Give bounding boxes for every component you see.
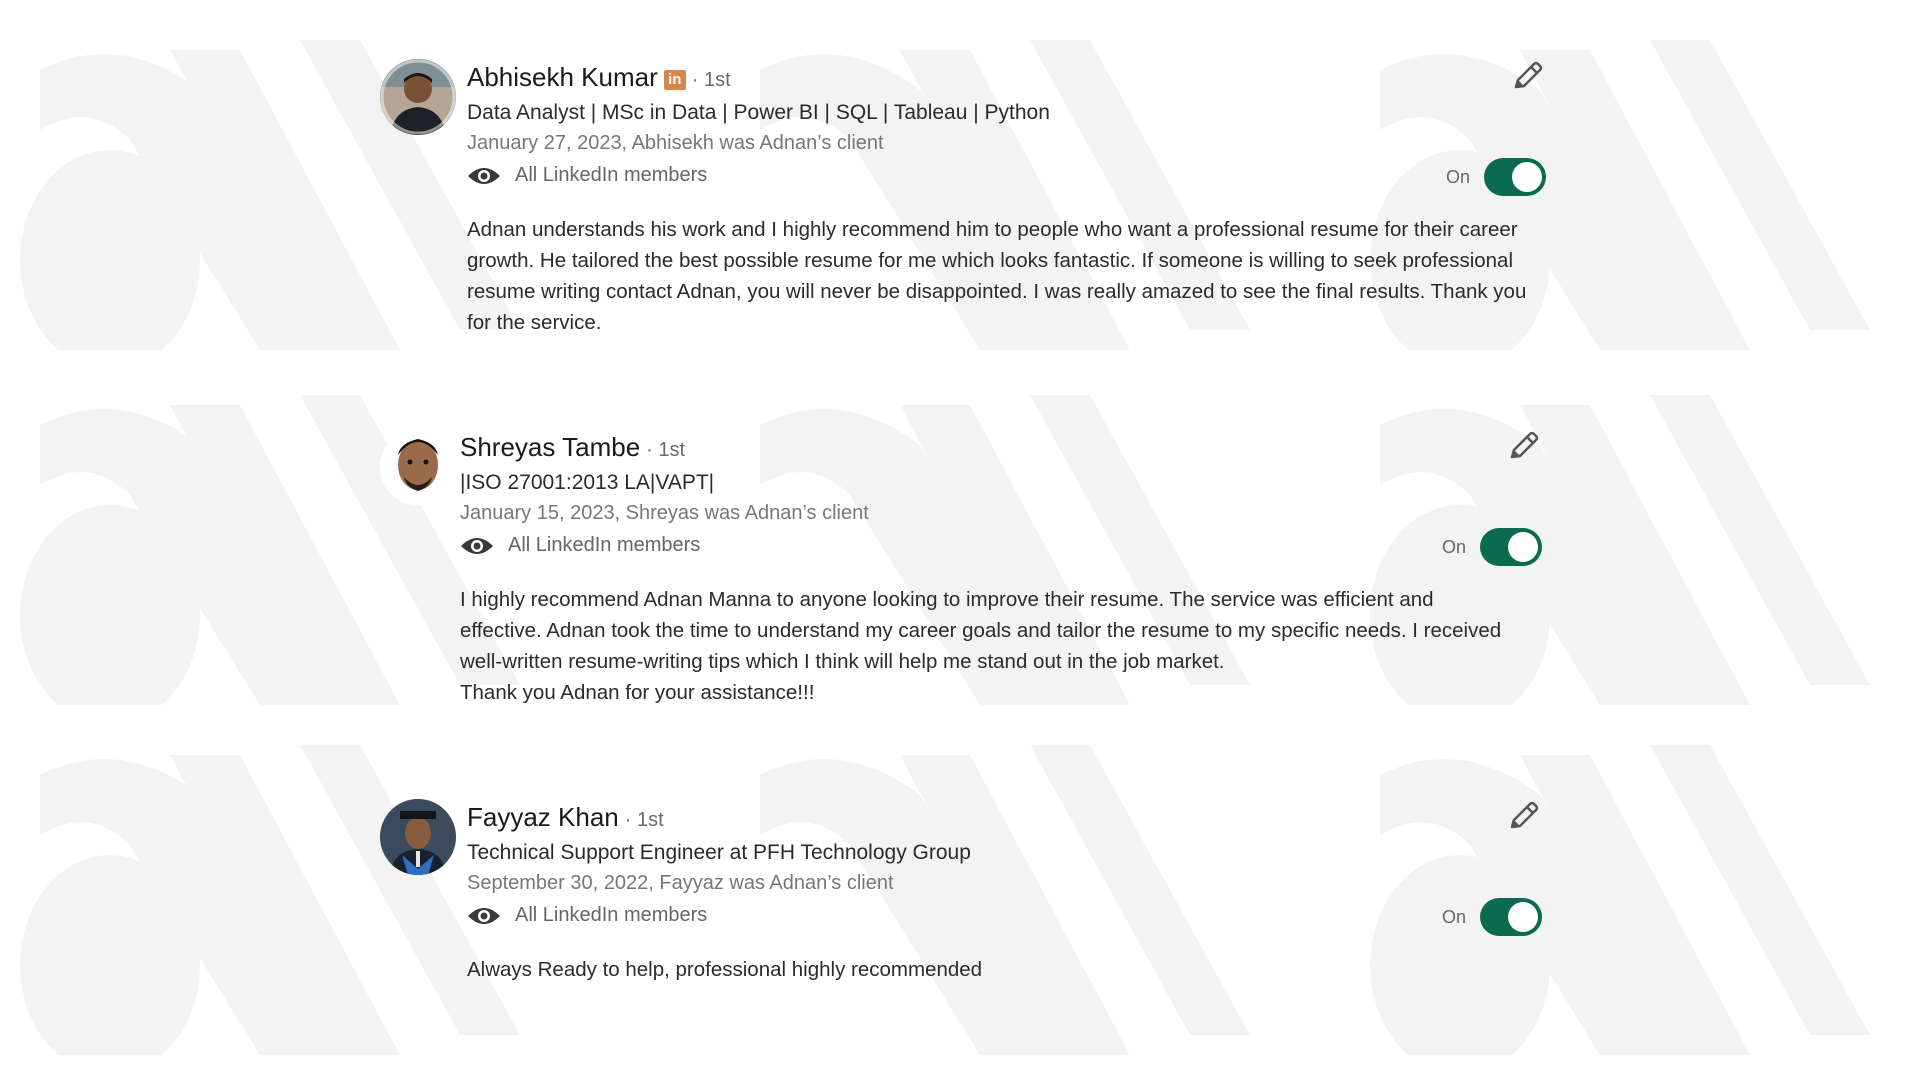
recommendation-card-3: Fayyaz Khan · 1st Technical Support Engi… xyxy=(380,740,1550,1060)
relationship-dateline: January 27, 2023, Abhisekh was Adnan’s c… xyxy=(467,132,884,154)
visibility-setting: All LinkedIn members xyxy=(460,534,700,557)
toggle-label: On xyxy=(1446,166,1471,187)
toggle-label: On xyxy=(1442,906,1467,927)
relationship-dateline: January 15, 2023, Shreyas was Adnan’s cl… xyxy=(460,502,869,524)
pencil-icon[interactable] xyxy=(1510,60,1544,94)
recommendation-paragraph: Always Ready to help, professional highl… xyxy=(467,958,983,981)
recommendation-text: Adnan understands his work and I highly … xyxy=(467,214,1527,338)
visibility-setting: All LinkedIn members xyxy=(467,164,707,187)
headline: |ISO 27001:2013 LA|VAPT| xyxy=(460,471,715,494)
recommender-name[interactable]: Abhisekh Kumar xyxy=(467,62,658,93)
recommendation-paragraph: I highly recommend Adnan Manna to anyone… xyxy=(460,588,1502,673)
show-recommendation-toggle[interactable] xyxy=(1484,158,1547,196)
recommender-name[interactable]: Shreyas Tambe xyxy=(460,432,640,463)
show-toggle-group: On xyxy=(1446,158,1547,196)
pencil-icon[interactable] xyxy=(1506,430,1540,464)
visibility-setting: All LinkedIn members xyxy=(467,904,707,927)
toggle-knob xyxy=(1512,162,1543,192)
recommendation-card-2: Shreyas Tambe · 1st |ISO 27001:2013 LA|V… xyxy=(380,370,1550,704)
linkedin-badge-icon: in xyxy=(663,70,686,90)
toggle-knob xyxy=(1508,532,1539,562)
avatar[interactable] xyxy=(380,799,456,875)
recommendation-text: I highly recommend Adnan Manna to anyone… xyxy=(460,584,1520,708)
name-line: Shreyas Tambe · 1st xyxy=(460,432,685,463)
visibility-label: All LinkedIn members xyxy=(508,534,701,556)
name-line: Abhisekh Kumar in · 1st xyxy=(467,62,731,93)
avatar[interactable] xyxy=(380,429,456,505)
recommender-name[interactable]: Fayyaz Khan xyxy=(467,802,619,833)
visibility-label: All LinkedIn members xyxy=(515,164,708,186)
show-recommendation-toggle[interactable] xyxy=(1480,898,1543,936)
pencil-icon[interactable] xyxy=(1506,800,1540,834)
headline: Technical Support Engineer at PFH Techno… xyxy=(467,841,971,864)
relationship-dateline: September 30, 2022, Fayyaz was Adnan’s c… xyxy=(467,872,894,894)
show-toggle-group: On xyxy=(1442,898,1543,936)
connection-degree: · 1st xyxy=(646,439,686,461)
recommendation-text: Always Ready to help, professional highl… xyxy=(467,954,1527,985)
name-line: Fayyaz Khan · 1st xyxy=(467,802,664,833)
eye-icon xyxy=(461,537,493,554)
eye-icon xyxy=(468,907,500,924)
avatar[interactable] xyxy=(380,59,456,135)
headline: Data Analyst | MSc in Data | Power BI | … xyxy=(467,101,1050,124)
show-recommendation-toggle[interactable] xyxy=(1480,528,1543,566)
connection-degree: · 1st xyxy=(691,69,731,91)
recommendation-card-1: Abhisekh Kumar in · 1st Data Analyst | M… xyxy=(380,0,1550,334)
visibility-label: All LinkedIn members xyxy=(515,904,708,926)
connection-degree: · 1st xyxy=(624,809,664,831)
show-toggle-group: On xyxy=(1442,528,1543,566)
eye-icon xyxy=(468,167,500,184)
toggle-knob xyxy=(1508,902,1539,932)
recommendation-paragraph: Adnan understands his work and I highly … xyxy=(467,218,1527,334)
recommendation-paragraph: Thank you Adnan for your assistance!!! xyxy=(460,681,815,704)
toggle-label: On xyxy=(1442,536,1467,557)
